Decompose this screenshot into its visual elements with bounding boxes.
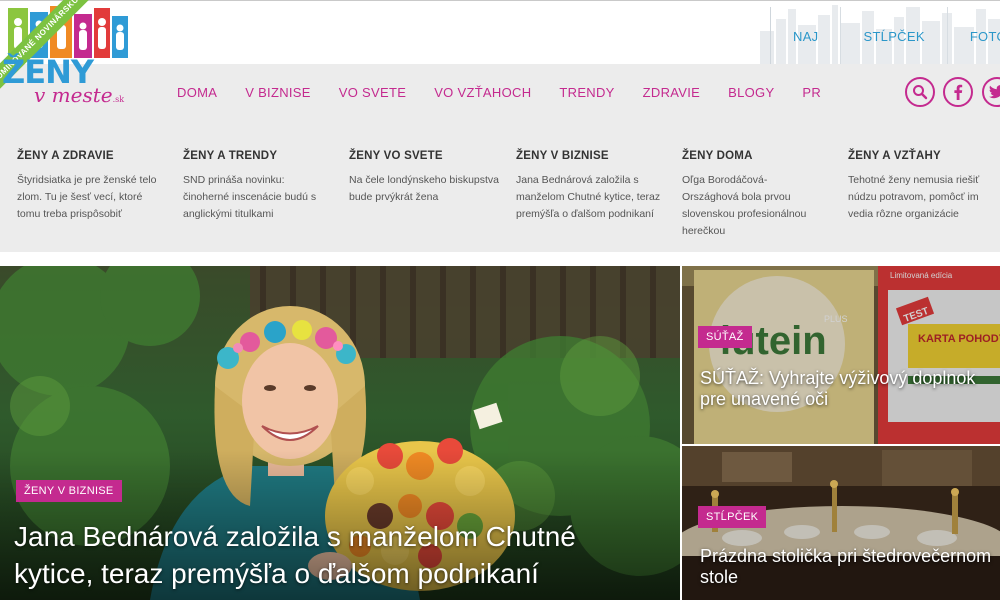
- nav-item-trendy[interactable]: TRENDY: [545, 85, 628, 100]
- category-title[interactable]: ŽENY VO SVETE: [349, 150, 509, 162]
- hero-title[interactable]: Jana Bednárová založila s manželom Chutn…: [14, 518, 654, 592]
- top-nav-naj[interactable]: NAJ: [770, 7, 840, 65]
- category-teaser[interactable]: SND prináša novinku: činoherné inscenáci…: [183, 172, 333, 223]
- logo-domain: .sk: [112, 95, 125, 104]
- nav-item-doma[interactable]: DOMA: [163, 85, 231, 100]
- nav-item-vo-svete[interactable]: VO SVETE: [325, 85, 420, 100]
- navigation-area: DOMA V BIZNISE VO SVETE VO VZŤAHOCH TREN…: [0, 64, 1000, 252]
- nav-item-v-biznise[interactable]: V BIZNISE: [231, 85, 325, 100]
- category-teaser[interactable]: Na čele londýnskeho biskupstva bude prvý…: [349, 172, 504, 206]
- side-article[interactable]: lutein PLUS Limitovaná edícia TEST KARTA…: [682, 266, 1000, 444]
- category-title[interactable]: ŽENY DOMA: [682, 150, 842, 162]
- category-column[interactable]: ŽENY A VZŤAHY Tehotné ženy nemusia rieši…: [848, 150, 1000, 223]
- twitter-button[interactable]: [982, 77, 1000, 107]
- search-icon: [913, 85, 928, 100]
- nav-item-pr[interactable]: PR: [788, 85, 835, 100]
- search-button[interactable]: [905, 77, 935, 107]
- side-article-title-line: pre unavené oči: [700, 389, 829, 409]
- category-title[interactable]: ŽENY A TRENDY: [183, 150, 343, 162]
- category-column[interactable]: ŽENY V BIZNISE Jana Bednárová založila s…: [516, 150, 676, 223]
- category-column[interactable]: ŽENY VO SVETE Na čele londýnskeho biskup…: [349, 150, 509, 206]
- category-teaser[interactable]: Tehotné ženy nemusia riešiť núdzu potrav…: [848, 172, 988, 223]
- side-article-title-line: Prázdna stolička pri štedrovečernom: [700, 546, 992, 566]
- side-article-title[interactable]: Prázdna stolička pri štedrovečernom stol…: [700, 546, 1000, 588]
- main-nav: DOMA V BIZNISE VO SVETE VO VZŤAHOCH TREN…: [163, 76, 835, 108]
- site-logo[interactable]: NOMINOVANÉ NOVINÁRSKU CENU ŽENY v meste.…: [0, 0, 135, 118]
- hero-category-tag[interactable]: ŽENY V BIZNISE: [16, 480, 122, 502]
- nav-item-vo-vztahoch[interactable]: VO VZŤAHOCH: [420, 85, 545, 100]
- side-article-title-line: stole: [700, 567, 739, 587]
- category-column[interactable]: ŽENY DOMA Oľga Borodáčová-Országhová bol…: [682, 150, 842, 240]
- category-title[interactable]: ŽENY V BIZNISE: [516, 150, 676, 162]
- facebook-icon: [954, 84, 963, 100]
- side-article[interactable]: STĹPČEK Prázdna stolička pri štedrovečer…: [682, 446, 1000, 600]
- category-title[interactable]: ŽENY A ZDRAVIE: [17, 150, 177, 162]
- category-title[interactable]: ŽENY A VZŤAHY: [848, 150, 1000, 162]
- side-article-title-line: SÚŤAŽ: Vyhrajte výživový doplnok: [700, 368, 976, 388]
- side-article-tag[interactable]: STĹPČEK: [698, 506, 767, 528]
- top-bar: NAJ STĹPČEK FOTO V: [0, 0, 1000, 65]
- top-nav-foto[interactable]: FOTO: [946, 7, 1000, 65]
- category-teaser[interactable]: Jana Bednárová založila s manželom Chutn…: [516, 172, 671, 223]
- twitter-icon: [989, 85, 1000, 99]
- facebook-button[interactable]: [943, 77, 973, 107]
- nav-item-blogy[interactable]: BLOGY: [714, 85, 788, 100]
- side-article-tag[interactable]: SÚŤAŽ: [698, 326, 752, 348]
- side-article-photo: lutein PLUS Limitovaná edícia TEST KARTA…: [682, 266, 1000, 444]
- top-nav-stlpcek[interactable]: STĹPČEK: [840, 7, 946, 65]
- category-teaser[interactable]: Štyridsiatka je pre ženské telo zlom. Tu…: [17, 172, 167, 223]
- nav-item-zdravie[interactable]: ZDRAVIE: [629, 85, 714, 100]
- logo-subtitle: v meste.sk: [34, 84, 124, 111]
- top-nav: NAJ STĹPČEK FOTO V: [770, 7, 1000, 65]
- side-article-title[interactable]: SÚŤAŽ: Vyhrajte výživový doplnok pre una…: [700, 368, 1000, 410]
- page: NAJ STĹPČEK FOTO V NOMINOVANÉ NOVINÁ: [0, 0, 1000, 600]
- hero-article[interactable]: ŽENY V BIZNISE Jana Bednárová založila s…: [0, 266, 680, 600]
- category-column[interactable]: ŽENY A ZDRAVIE Štyridsiatka je pre žensk…: [17, 150, 177, 223]
- category-columns: ŽENY A ZDRAVIE Štyridsiatka je pre žensk…: [0, 150, 1000, 250]
- category-column[interactable]: ŽENY A TRENDY SND prináša novinku: činoh…: [183, 150, 343, 223]
- category-teaser[interactable]: Oľga Borodáčová-Országhová bola prvou sl…: [682, 172, 817, 240]
- logo-subtitle-text: v meste: [34, 83, 113, 107]
